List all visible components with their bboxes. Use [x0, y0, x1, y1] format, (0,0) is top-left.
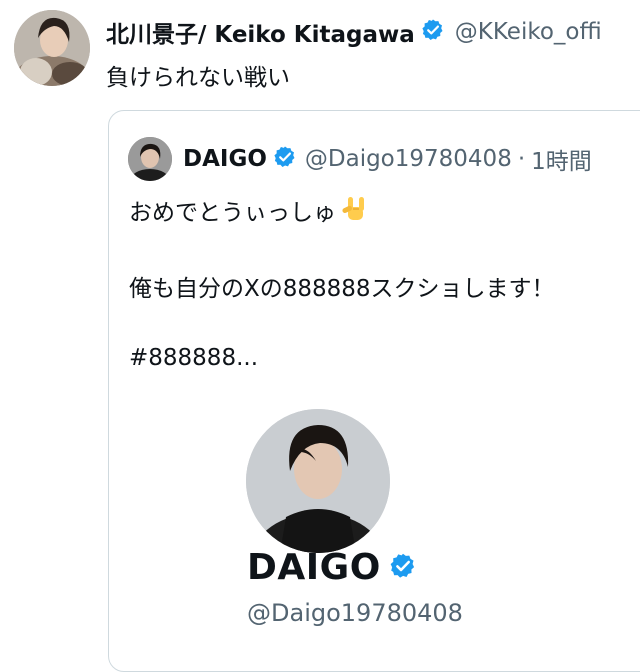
author-name[interactable]: 北川景子/ Keiko Kitagawa	[106, 15, 415, 49]
quoted-tweet-line-1-text: おめでとうぃっしゅ	[129, 200, 336, 226]
tweet-header: 北川景子/ Keiko Kitagawa @KKeiko_offi	[106, 14, 602, 50]
embedded-profile-name-row: DAIGO	[247, 547, 417, 588]
quoted-tweet-card[interactable]: DAIGO @Daigo19780408 · 1時間 おめでとうぃっしゅ 俺も自…	[108, 110, 640, 672]
quoted-author-handle[interactable]: @Daigo19780408	[305, 146, 512, 172]
verified-badge-icon	[389, 552, 417, 584]
quoted-tweet-line-2: 俺も自分のXの888888スクショします！	[129, 276, 555, 302]
quoted-tweet-time[interactable]: 1時間	[531, 142, 592, 176]
author-handle[interactable]: @KKeiko_offi	[455, 19, 602, 45]
quoted-author-avatar[interactable]	[128, 137, 172, 181]
tweet-text: 負けられない戦い	[106, 65, 290, 91]
profile-photo	[246, 409, 390, 553]
verified-badge-icon[interactable]	[273, 145, 297, 173]
sign-of-horns-emoji-icon	[340, 194, 370, 230]
quoted-author-name[interactable]: DAIGO	[183, 146, 267, 172]
author-avatar[interactable]	[14, 10, 90, 86]
embedded-profile-handle: @Daigo19780408	[247, 599, 463, 627]
embedded-profile-image[interactable]	[246, 409, 390, 553]
quoted-tweet-line-1: おめでとうぃっしゅ	[129, 193, 370, 230]
author-avatar-image	[14, 10, 90, 86]
verified-badge-icon[interactable]	[421, 18, 445, 46]
quoted-tweet-hashtag[interactable]: #888888...	[129, 345, 258, 371]
separator-dot: ·	[517, 146, 526, 172]
quoted-tweet-header: DAIGO @Daigo19780408 · 1時間	[183, 141, 592, 177]
embedded-profile-name: DAIGO	[247, 547, 381, 588]
quoted-author-avatar-image	[128, 137, 172, 181]
